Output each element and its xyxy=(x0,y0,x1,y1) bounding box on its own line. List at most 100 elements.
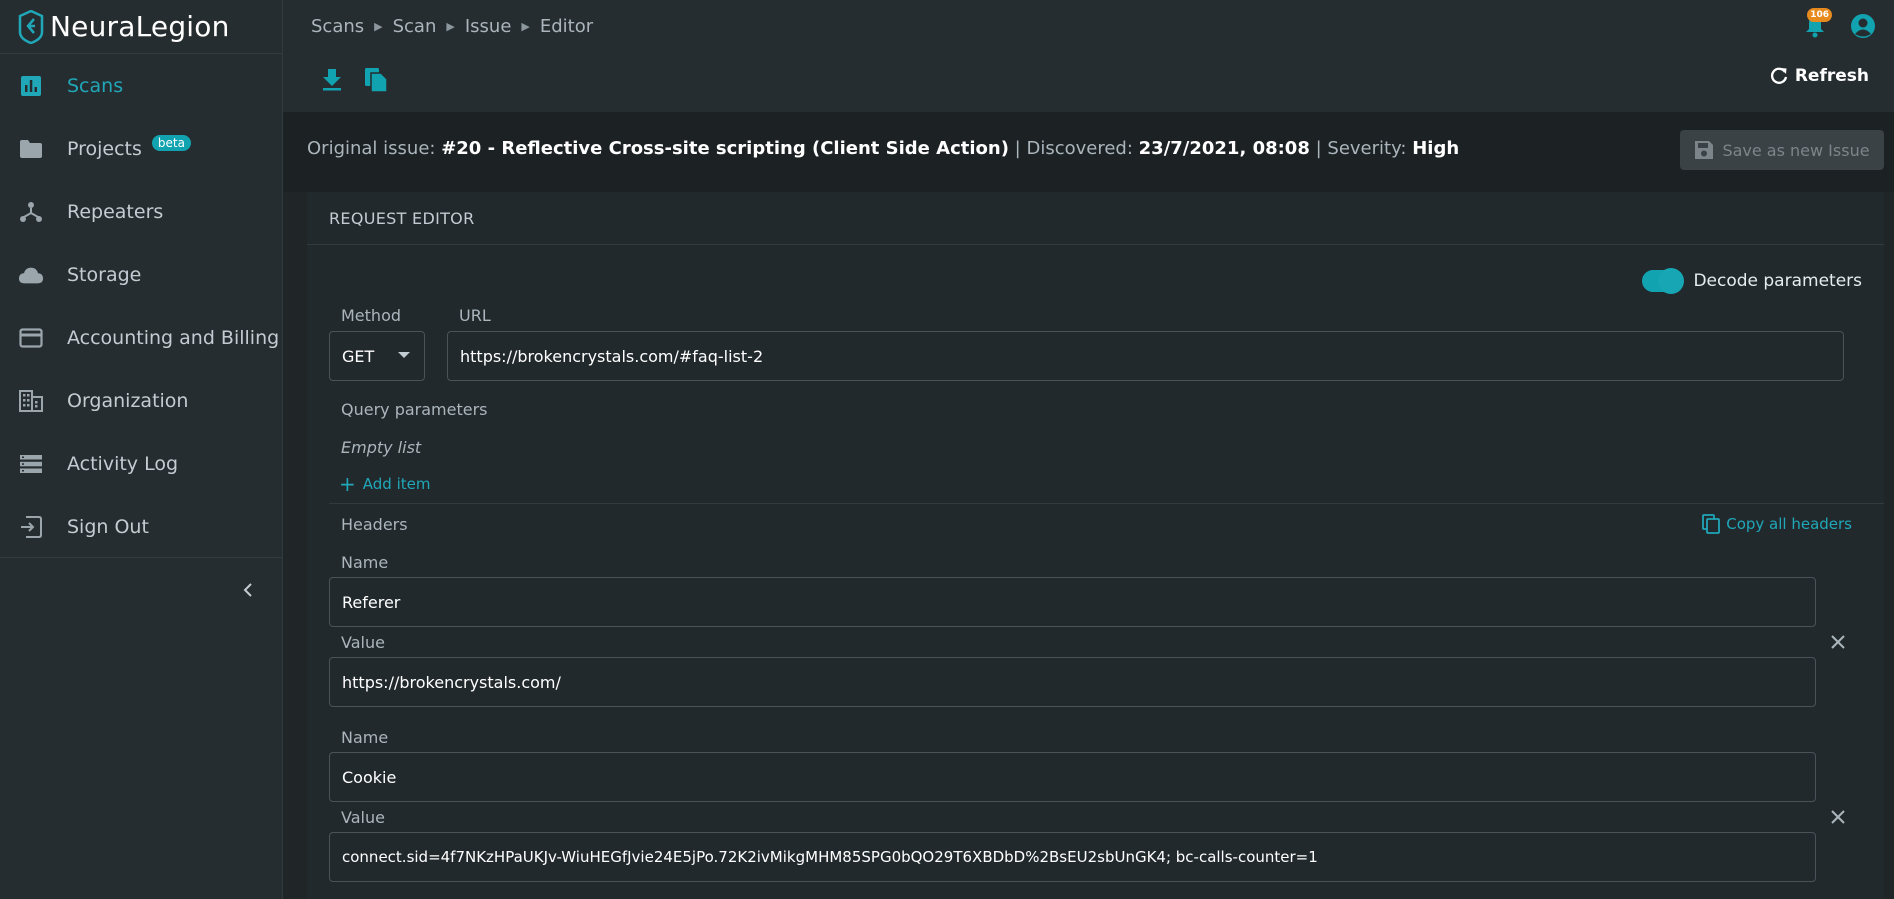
breadcrumb-scan[interactable]: Scan xyxy=(393,16,437,37)
toggle-switch[interactable] xyxy=(1642,268,1685,294)
sidebar-item-scans[interactable]: Scans xyxy=(0,54,282,117)
sidebar-item-repeaters[interactable]: Repeaters xyxy=(0,180,282,243)
sidebar-item-label: Activity Log xyxy=(67,452,179,475)
request-editor-card: REQUEST EDITOR Decode parameters Method … xyxy=(307,192,1884,899)
breadcrumb-issue[interactable]: Issue xyxy=(465,16,512,37)
headers-label: Headers xyxy=(341,515,408,534)
editor-toolbar xyxy=(319,66,407,94)
discovered-date: 23/7/2021, 08:08 xyxy=(1138,138,1310,159)
section-divider xyxy=(329,503,1884,504)
list-icon xyxy=(18,451,44,477)
credit-card-icon xyxy=(18,325,44,351)
header-name-input[interactable]: Referer xyxy=(329,577,1816,627)
original-issue-label: Original issue: xyxy=(307,138,436,159)
breadcrumb-separator-icon: ▶ xyxy=(374,20,383,33)
brand-name: NeuraLegion xyxy=(50,10,230,43)
request-editor-title: REQUEST EDITOR xyxy=(307,192,1884,245)
neuralegion-logo-icon xyxy=(18,9,44,44)
decode-parameters-toggle[interactable]: Decode parameters xyxy=(1642,268,1862,294)
header-value-input[interactable]: https://brokencrystals.com/ xyxy=(329,657,1816,707)
remove-header-button[interactable] xyxy=(1826,805,1850,829)
issue-title: #20 - Reflective Cross-site scripting (C… xyxy=(441,138,1009,159)
refresh-icon xyxy=(1770,67,1787,84)
method-select[interactable]: GET xyxy=(329,331,425,381)
sidebar-item-label: Projects xyxy=(67,137,142,160)
refresh-button[interactable]: Refresh xyxy=(1769,66,1869,86)
download-icon xyxy=(323,69,341,91)
severity-value: High xyxy=(1412,138,1460,159)
copy-request-button[interactable] xyxy=(363,66,389,94)
refresh-label: Refresh xyxy=(1794,66,1869,86)
breadcrumb: Scans ▶ Scan ▶ Issue ▶ Editor xyxy=(311,16,593,37)
sidebar-item-storage[interactable]: Storage xyxy=(0,243,282,306)
account-button[interactable] xyxy=(1848,11,1878,41)
url-label: URL xyxy=(459,306,491,325)
sidebar: NeuraLegion Scans Projects beta Repeater… xyxy=(0,0,283,899)
plus-icon: + xyxy=(339,472,356,496)
query-empty-text: Empty list xyxy=(341,438,422,457)
folder-icon xyxy=(18,136,44,162)
url-value: https://brokencrystals.com/#faq-list-2 xyxy=(460,346,764,366)
header-name-value: Referer xyxy=(342,592,401,612)
decode-label: Decode parameters xyxy=(1693,271,1862,291)
add-query-item-button[interactable]: + Add item xyxy=(339,474,430,494)
header-name-label: Name xyxy=(341,728,389,747)
sidebar-nav: Scans Projects beta Repeaters Storage Ac… xyxy=(0,54,282,558)
sidebar-item-label: Accounting and Billing xyxy=(67,326,280,349)
beta-badge: beta xyxy=(151,134,191,151)
save-as-new-issue-button[interactable]: Save as new Issue xyxy=(1680,130,1884,170)
sidebar-divider xyxy=(0,557,283,558)
url-input[interactable]: https://brokencrystals.com/#faq-list-2 xyxy=(447,331,1844,381)
header-value-label: Value xyxy=(341,808,385,827)
discovered-label: | Discovered: xyxy=(1014,138,1133,159)
close-icon xyxy=(1831,635,1845,649)
chevron-left-icon xyxy=(243,583,252,597)
header-name-input[interactable]: Cookie xyxy=(329,752,1816,802)
copy-icon xyxy=(1702,514,1721,534)
sidebar-item-label: Scans xyxy=(67,74,124,97)
save-label: Save as new Issue xyxy=(1722,140,1870,160)
chart-icon xyxy=(18,73,44,99)
sidebar-item-label: Storage xyxy=(67,263,142,286)
brand[interactable]: NeuraLegion xyxy=(0,0,282,54)
sidebar-item-sign-out[interactable]: Sign Out xyxy=(0,495,282,558)
building-icon xyxy=(18,388,44,414)
topbar: Scans ▶ Scan ▶ Issue ▶ Editor 106 Refres… xyxy=(283,0,1894,112)
close-icon xyxy=(1831,810,1845,824)
cloud-icon xyxy=(18,262,44,288)
breadcrumb-separator-icon: ▶ xyxy=(446,20,455,33)
sidebar-item-activity-log[interactable]: Activity Log xyxy=(0,432,282,495)
breadcrumb-scans[interactable]: Scans xyxy=(311,16,364,37)
network-icon xyxy=(18,199,44,225)
notification-count-badge: 106 xyxy=(1807,8,1832,22)
header-value-value: connect.sid=4f7NKzHPaUKJv-WiuHEGfJvie24E… xyxy=(342,848,1318,866)
sidebar-item-accounting[interactable]: Accounting and Billing xyxy=(0,306,282,369)
header-value-input[interactable]: connect.sid=4f7NKzHPaUKJv-WiuHEGfJvie24E… xyxy=(329,832,1816,882)
header-value-value: https://brokencrystals.com/ xyxy=(342,672,561,692)
severity-label: | Severity: xyxy=(1315,138,1407,159)
method-label: Method xyxy=(341,306,402,325)
collapse-sidebar-button[interactable] xyxy=(236,578,260,602)
copy-file-icon xyxy=(365,68,388,93)
floppy-disk-icon xyxy=(1695,141,1714,159)
download-button[interactable] xyxy=(319,66,345,94)
header-value-label: Value xyxy=(341,633,385,652)
sidebar-item-organization[interactable]: Organization xyxy=(0,369,282,432)
breadcrumb-editor: Editor xyxy=(539,16,594,37)
sign-out-icon xyxy=(18,514,44,540)
notifications-button[interactable]: 106 xyxy=(1800,8,1832,44)
issue-summary: Original issue: #20 - Reflective Cross-s… xyxy=(307,138,1459,159)
account-circle-icon xyxy=(1851,14,1875,38)
method-value: GET xyxy=(342,346,375,366)
caret-down-icon xyxy=(398,352,410,358)
sidebar-item-label: Sign Out xyxy=(67,515,149,538)
top-icons: 106 xyxy=(1800,8,1894,44)
sidebar-item-projects[interactable]: Projects beta xyxy=(0,117,282,180)
copy-headers-label: Copy all headers xyxy=(1726,515,1852,533)
sidebar-item-label: Organization xyxy=(67,389,189,412)
query-parameters-label: Query parameters xyxy=(341,400,488,419)
remove-header-button[interactable] xyxy=(1826,630,1850,654)
toggle-knob xyxy=(1658,268,1685,294)
copy-all-headers-button[interactable]: Copy all headers xyxy=(1702,514,1852,534)
header-name-label: Name xyxy=(341,553,389,572)
